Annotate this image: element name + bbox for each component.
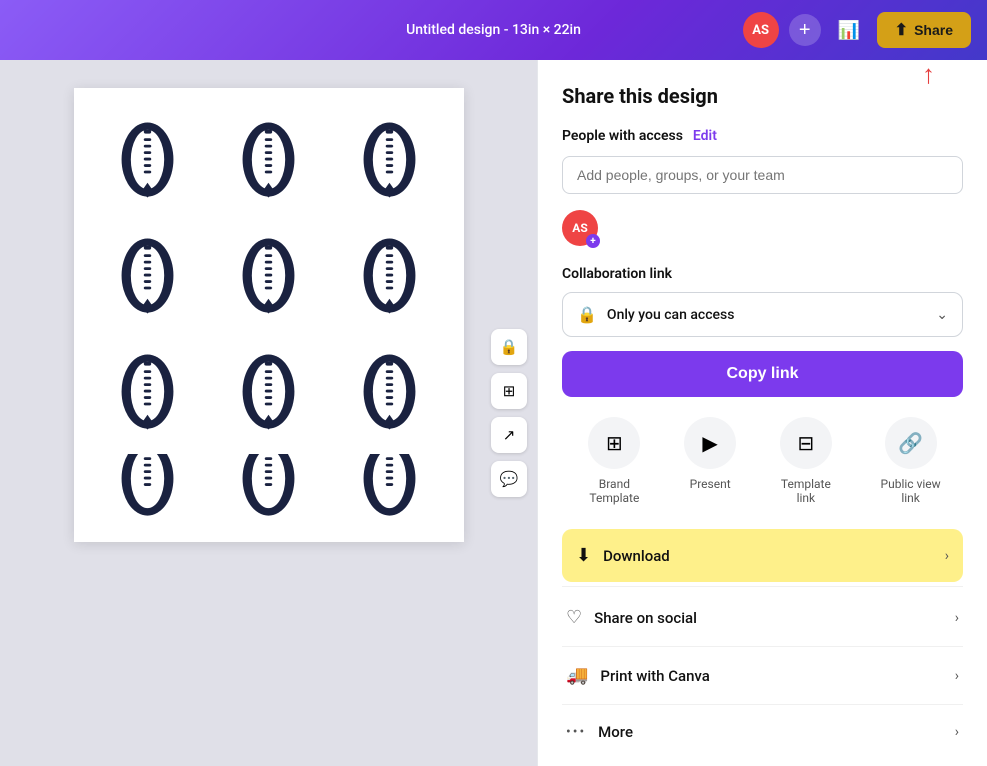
share-upload-icon: ⬆: [895, 20, 908, 40]
share-social-chevron-icon: ›: [955, 610, 959, 626]
share-panel: Share this design People with access Edi…: [537, 60, 987, 766]
copy-tool[interactable]: ⊞: [491, 373, 527, 409]
print-chevron-icon: ›: [955, 668, 959, 684]
football-icon: [236, 232, 301, 320]
people-access-label: People with access: [562, 128, 683, 144]
brand-template-option[interactable]: ⊞ Brand Template: [579, 417, 649, 505]
football-cell: [333, 106, 446, 214]
football-icon: [115, 116, 180, 204]
football-cell: [92, 338, 205, 446]
football-cell: [333, 222, 446, 330]
share-label: Share: [914, 22, 953, 38]
football-cell: [212, 454, 325, 524]
more-label: More: [598, 723, 943, 741]
share-button[interactable]: ⬆ Share: [877, 12, 971, 48]
football-cell: [92, 222, 205, 330]
public-view-link-icon: 🔗: [898, 431, 923, 455]
football-cell: [212, 338, 325, 446]
football-icon: [115, 348, 180, 436]
football-cell: [333, 454, 446, 524]
access-dropdown[interactable]: 🔒 Only you can access ⌄: [562, 292, 963, 337]
plus-badge: +: [586, 234, 600, 248]
more-icon: •••: [566, 724, 586, 740]
header-title: Untitled design - 13in × 22in: [406, 22, 581, 38]
panel-title: Share this design: [562, 84, 963, 108]
download-label: Download: [603, 547, 933, 565]
share-social-icon: ♡: [566, 607, 582, 628]
more-chevron-icon: ›: [955, 724, 959, 740]
lock-tool[interactable]: 🔒: [491, 329, 527, 365]
present-icon: ▶: [702, 431, 717, 455]
canvas-toolbar: 🔒 ⊞ ↗ 💬: [491, 329, 527, 497]
canvas-area: 🔒 ⊞ ↗ 💬: [0, 60, 537, 766]
football-icon: [236, 116, 301, 204]
lock-icon: 🔒: [577, 305, 597, 324]
share-social-label: Share on social: [594, 609, 943, 627]
public-view-link-option[interactable]: 🔗 Public view link: [876, 417, 946, 505]
user-avatar-panel[interactable]: AS +: [562, 210, 598, 246]
analytics-button[interactable]: 📊: [831, 12, 867, 48]
collab-link-label: Collaboration link: [562, 266, 963, 282]
share-social-action[interactable]: ♡ Share on social ›: [562, 591, 963, 644]
football-icon: [357, 454, 422, 523]
football-icon: [357, 116, 422, 204]
brand-template-label: Brand Template: [579, 477, 649, 505]
template-link-icon: ⊟: [797, 431, 814, 455]
expand-tool[interactable]: ↗: [491, 417, 527, 453]
football-cell: [333, 338, 446, 446]
present-option[interactable]: ▶ Present: [684, 417, 736, 505]
comment-tool[interactable]: 💬: [491, 461, 527, 497]
more-action[interactable]: ••• More ›: [562, 707, 963, 757]
football-icon: [357, 232, 422, 320]
football-icon: [236, 348, 301, 436]
search-input[interactable]: [562, 156, 963, 194]
chevron-down-icon: ⌄: [936, 307, 948, 323]
add-button[interactable]: +: [789, 14, 821, 46]
download-chevron-icon: ›: [945, 548, 949, 564]
arrow-annotation: ↑: [922, 62, 935, 88]
football-icon: [115, 454, 180, 523]
football-cell: [92, 106, 205, 214]
template-link-option[interactable]: ⊟ Template link: [771, 417, 841, 505]
print-label: Print with Canva: [600, 667, 942, 685]
user-avatar[interactable]: AS: [743, 12, 779, 48]
public-view-link-label: Public view link: [876, 477, 946, 505]
football-cell: [92, 454, 205, 524]
football-icon: [357, 348, 422, 436]
brand-template-icon: ⊞: [606, 431, 623, 455]
football-icon: [115, 232, 180, 320]
access-text: Only you can access: [607, 307, 926, 323]
print-icon: 🚚: [566, 665, 588, 686]
copy-link-button[interactable]: Copy link: [562, 351, 963, 397]
design-canvas: [74, 88, 464, 542]
present-label: Present: [690, 477, 731, 491]
template-link-label: Template link: [771, 477, 841, 505]
edit-link[interactable]: Edit: [693, 128, 717, 144]
football-cell: [212, 106, 325, 214]
print-action[interactable]: 🚚 Print with Canva ›: [562, 649, 963, 702]
download-icon: ⬇: [576, 545, 591, 566]
football-icon: [236, 454, 301, 523]
download-action[interactable]: ⬇ Download ›: [562, 529, 963, 582]
football-cell: [212, 222, 325, 330]
